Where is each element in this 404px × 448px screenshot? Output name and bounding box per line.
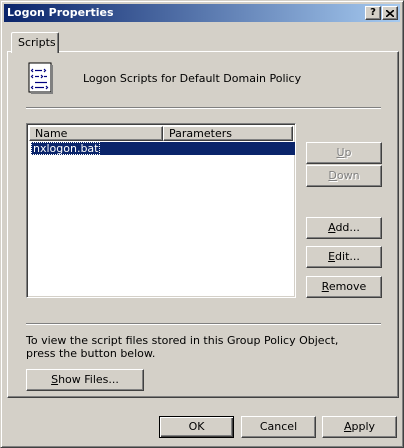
window-title: Logon Properties xyxy=(7,6,114,19)
scripts-list[interactable]: Name Parameters nxlogon.bat xyxy=(26,123,296,298)
add-button[interactable]: Add... xyxy=(306,217,382,239)
show-files-button[interactable]: Show Files... xyxy=(26,369,144,391)
help-button[interactable]: ? xyxy=(365,6,381,20)
cancel-button[interactable]: Cancel xyxy=(241,416,316,438)
ok-button[interactable]: OK xyxy=(159,416,234,438)
logon-properties-dialog: Logon Properties ? Scripts Logon Scripts… xyxy=(0,0,404,448)
remove-button[interactable]: Remove xyxy=(306,276,382,298)
down-button[interactable]: Down xyxy=(306,165,382,187)
column-header-name[interactable]: Name xyxy=(29,126,163,141)
tab-scripts[interactable]: Scripts xyxy=(11,32,59,53)
up-button[interactable]: Up xyxy=(306,142,382,164)
separator-bottom xyxy=(26,323,381,325)
apply-button[interactable]: Apply xyxy=(322,416,397,438)
list-item[interactable]: nxlogon.bat xyxy=(31,142,295,155)
close-icon xyxy=(385,9,395,18)
script-file-icon xyxy=(28,62,53,94)
tab-scripts-label: Scripts xyxy=(18,36,56,49)
header-text: Logon Scripts for Default Domain Policy xyxy=(83,72,302,85)
edit-button[interactable]: Edit... xyxy=(306,246,382,268)
info-text: To view the script files stored in this … xyxy=(26,334,339,360)
list-item-name: nxlogon.bat xyxy=(31,142,101,155)
close-button[interactable] xyxy=(382,6,398,20)
help-icon: ? xyxy=(370,7,376,18)
column-header-parameters[interactable]: Parameters xyxy=(163,126,293,141)
separator-top xyxy=(26,107,381,109)
title-bar[interactable]: Logon Properties ? xyxy=(4,4,400,22)
